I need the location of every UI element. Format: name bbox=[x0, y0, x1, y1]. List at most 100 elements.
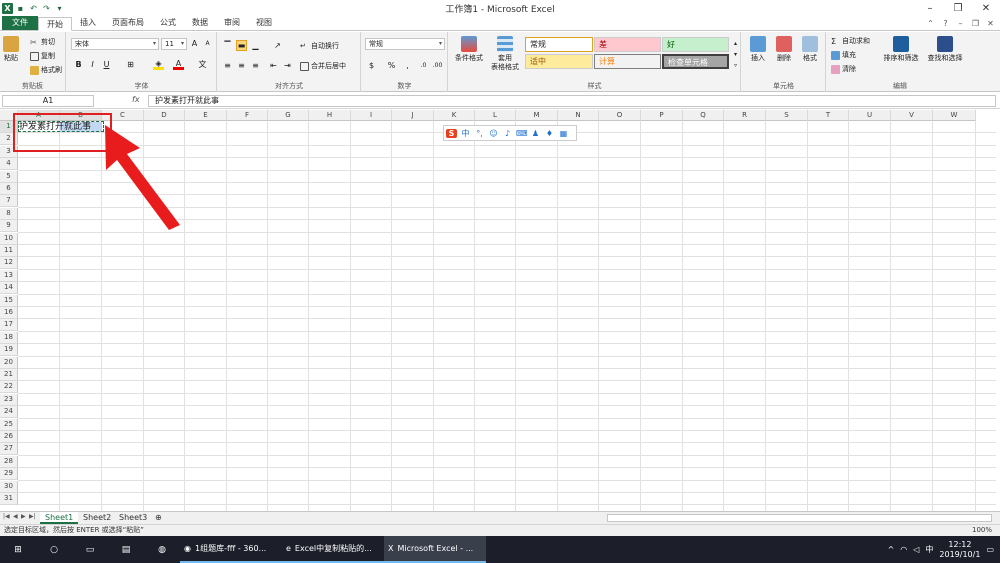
column-header[interactable]: N bbox=[558, 110, 599, 121]
tab-page-layout[interactable]: 页面布局 bbox=[104, 16, 152, 30]
column-header[interactable]: P bbox=[641, 110, 683, 121]
row-header[interactable]: 11 bbox=[0, 245, 18, 257]
row-header[interactable]: 27 bbox=[0, 443, 18, 456]
column-header[interactable]: T bbox=[808, 110, 849, 121]
column-header[interactable]: S bbox=[766, 110, 808, 121]
restore-button[interactable]: ❐ bbox=[944, 0, 972, 17]
user-icon[interactable]: ♟ bbox=[530, 129, 541, 138]
sort-filter-button[interactable]: 排序和筛选 bbox=[879, 36, 923, 63]
shrink-font-icon[interactable]: A bbox=[202, 38, 213, 49]
column-header[interactable]: G bbox=[268, 110, 309, 121]
styles-scroll-down-icon[interactable]: ▾ bbox=[730, 49, 741, 60]
italic-button[interactable]: I bbox=[87, 59, 98, 70]
cut-button[interactable]: ✂ 剪切 bbox=[30, 37, 55, 47]
zoom-level[interactable]: 100% bbox=[972, 525, 992, 536]
formula-input[interactable]: 护发素打开就此事 bbox=[148, 95, 996, 107]
row-header[interactable]: 18 bbox=[0, 331, 18, 344]
font-color-icon[interactable]: A bbox=[173, 59, 184, 70]
tab-file[interactable]: 文件 bbox=[2, 16, 38, 30]
sogou-logo-icon[interactable]: S bbox=[446, 128, 457, 138]
grid-menu-icon[interactable]: ▦ bbox=[558, 129, 569, 138]
minimize-button[interactable]: – bbox=[916, 0, 944, 17]
ime-indicator[interactable]: 中 bbox=[925, 544, 933, 555]
row-header[interactable]: 20 bbox=[0, 356, 18, 369]
style-bad[interactable]: 差 bbox=[594, 37, 661, 52]
font-name-select[interactable]: 宋体 ▾ bbox=[71, 38, 159, 50]
column-header[interactable]: H bbox=[309, 110, 351, 121]
row-header[interactable]: 30 bbox=[0, 480, 18, 493]
column-header[interactable]: O bbox=[599, 110, 641, 121]
tab-insert[interactable]: 插入 bbox=[72, 16, 104, 30]
phonetic-icon[interactable]: 文 bbox=[197, 59, 208, 70]
tab-formulas[interactable]: 公式 bbox=[152, 16, 184, 30]
volume-icon[interactable]: ◁ bbox=[913, 545, 919, 554]
ribbon-minimize-icon[interactable]: ⌃ bbox=[925, 17, 936, 30]
skin-icon[interactable]: ♦ bbox=[544, 129, 555, 138]
row-header[interactable]: 25 bbox=[0, 418, 18, 431]
redo-icon[interactable]: ↷ bbox=[41, 3, 52, 14]
prev-sheet-icon[interactable]: ◀ bbox=[13, 513, 18, 520]
column-header[interactable]: R bbox=[724, 110, 766, 121]
autosum-button[interactable]: Σ 自动求和 bbox=[831, 36, 870, 46]
search-icon[interactable]: ○ bbox=[36, 536, 72, 563]
column-header[interactable]: J bbox=[392, 110, 434, 121]
bold-button[interactable]: B bbox=[73, 59, 84, 70]
sheet-tab-2[interactable]: Sheet2 bbox=[78, 512, 116, 524]
row-header[interactable]: 7 bbox=[0, 195, 18, 208]
row-header[interactable]: 22 bbox=[0, 381, 18, 394]
first-sheet-icon[interactable]: |◀ bbox=[3, 513, 10, 520]
paste-button[interactable]: 粘贴 bbox=[3, 36, 19, 63]
grow-font-icon[interactable]: A bbox=[189, 38, 200, 49]
align-bottom-icon[interactable]: ▁ bbox=[250, 40, 261, 51]
row-header[interactable]: 17 bbox=[0, 319, 18, 332]
fill-button[interactable]: 填充 bbox=[831, 50, 856, 60]
row-header[interactable]: 19 bbox=[0, 344, 18, 357]
wb-minimize-icon[interactable]: – bbox=[955, 17, 966, 30]
column-header[interactable]: Q bbox=[683, 110, 724, 121]
style-check-cell[interactable]: 检查单元格 bbox=[662, 54, 729, 69]
merge-center-button[interactable]: 合并后居中 bbox=[300, 61, 346, 71]
emoji-icon[interactable]: ☺ bbox=[488, 129, 499, 138]
row-header[interactable]: 24 bbox=[0, 406, 18, 419]
orientation-icon[interactable]: ↗ bbox=[272, 40, 283, 51]
row-header[interactable]: 16 bbox=[0, 307, 18, 319]
find-select-button[interactable]: 查找和选择 bbox=[923, 36, 967, 63]
wechat-icon[interactable]: ◍ bbox=[144, 536, 180, 563]
insert-cells-button[interactable]: 插入 bbox=[746, 36, 770, 63]
name-box[interactable]: A1 bbox=[2, 95, 94, 107]
font-size-select[interactable]: 11 ▾ bbox=[161, 38, 187, 50]
format-as-table-button[interactable]: 套用 表格格式 bbox=[487, 36, 523, 72]
column-header[interactable]: L bbox=[475, 110, 516, 121]
format-painter-button[interactable]: 格式刷 bbox=[30, 65, 62, 75]
border-icon[interactable]: ⊞ bbox=[125, 59, 136, 70]
format-cells-button[interactable]: 格式 bbox=[798, 36, 822, 63]
align-right-icon[interactable]: ≡ bbox=[250, 60, 261, 71]
wrap-text-button[interactable]: ↵ 自动换行 bbox=[300, 41, 339, 51]
clock[interactable]: 12:12 2019/10/1 bbox=[939, 540, 980, 560]
row-header[interactable]: 21 bbox=[0, 369, 18, 381]
ime-chinese-icon[interactable]: 中 bbox=[460, 128, 471, 139]
tab-view[interactable]: 视图 bbox=[248, 16, 280, 30]
column-header[interactable]: M bbox=[516, 110, 558, 121]
tab-review[interactable]: 审阅 bbox=[216, 16, 248, 30]
row-header[interactable]: 28 bbox=[0, 455, 18, 468]
align-left-icon[interactable]: ≡ bbox=[222, 60, 233, 71]
column-header[interactable]: U bbox=[849, 110, 891, 121]
row-header[interactable]: 13 bbox=[0, 269, 18, 282]
insert-function-icon[interactable]: fx bbox=[132, 95, 140, 104]
row-header[interactable]: 10 bbox=[0, 232, 18, 245]
taskbar-item-ie[interactable]: e Excel中复制粘贴的... bbox=[282, 536, 384, 563]
tab-home[interactable]: 开始 bbox=[38, 17, 72, 31]
file-explorer-icon[interactable]: ▤ bbox=[108, 536, 144, 563]
delete-cells-button[interactable]: 删除 bbox=[772, 36, 796, 63]
tray-chevron-icon[interactable]: ^ bbox=[888, 545, 895, 554]
align-top-icon[interactable]: ▔ bbox=[222, 40, 233, 51]
save-icon[interactable]: ▪ bbox=[15, 3, 26, 14]
column-header[interactable]: W bbox=[933, 110, 976, 121]
increase-indent-icon[interactable]: ⇥ bbox=[282, 60, 293, 71]
column-header[interactable]: E bbox=[185, 110, 227, 121]
notification-icon[interactable]: ▭ bbox=[986, 545, 994, 554]
windows-start-icon[interactable]: ⊞ bbox=[0, 536, 36, 563]
number-format-select[interactable]: 常规 ▾ bbox=[365, 38, 445, 50]
wb-close-icon[interactable]: ✕ bbox=[985, 17, 996, 30]
